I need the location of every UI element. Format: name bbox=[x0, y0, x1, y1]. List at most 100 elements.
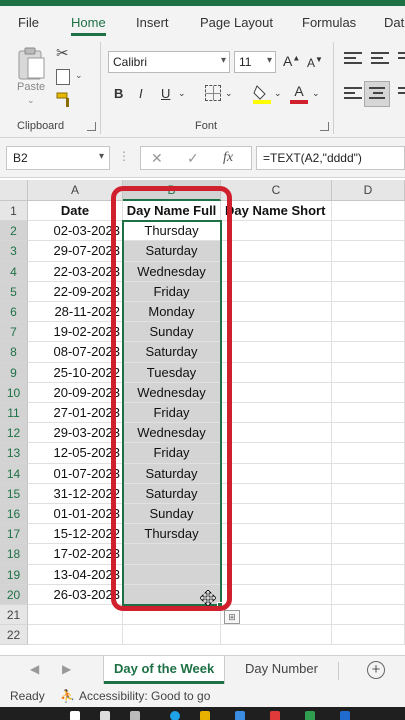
empty-cell[interactable] bbox=[221, 443, 332, 464]
tab-data[interactable]: Dat bbox=[384, 15, 404, 30]
column-header-d[interactable]: D bbox=[332, 180, 405, 201]
underline-button[interactable]: U bbox=[161, 86, 170, 101]
day-name-cell[interactable] bbox=[123, 625, 221, 646]
row-header[interactable]: 17 bbox=[0, 524, 28, 545]
row-header[interactable]: 10 bbox=[0, 382, 28, 403]
date-cell[interactable]: 22-03-2023 bbox=[28, 261, 123, 282]
empty-cell[interactable] bbox=[221, 322, 332, 343]
day-name-cell[interactable] bbox=[123, 564, 221, 585]
row-header[interactable]: 18 bbox=[0, 544, 28, 565]
borders-dropdown-icon[interactable]: ⌄ bbox=[225, 88, 233, 99]
date-cell[interactable]: 01-01-2023 bbox=[28, 504, 123, 525]
tab-insert[interactable]: Insert bbox=[136, 15, 169, 30]
column-header-c[interactable]: C bbox=[221, 180, 332, 201]
excel-icon[interactable] bbox=[305, 711, 315, 720]
date-cell[interactable]: 19-02-2023 bbox=[28, 322, 123, 343]
date-cell[interactable]: 29-07-2023 bbox=[28, 241, 123, 262]
day-name-cell[interactable]: Tuesday bbox=[123, 362, 221, 383]
italic-button[interactable]: I bbox=[139, 86, 143, 101]
row-header[interactable]: 7 bbox=[0, 322, 28, 343]
paste-icon[interactable] bbox=[16, 46, 48, 82]
date-cell[interactable]: 29-03-2023 bbox=[28, 423, 123, 444]
day-name-cell[interactable]: Friday bbox=[123, 403, 221, 424]
row-header[interactable]: 3 bbox=[0, 241, 28, 262]
sheet-tab-day-of-the-week[interactable]: Day of the Week bbox=[104, 656, 225, 684]
clipboard-launcher-icon[interactable] bbox=[87, 122, 96, 131]
align-left-icon[interactable] bbox=[344, 87, 362, 101]
empty-cell[interactable] bbox=[332, 382, 405, 403]
day-name-cell[interactable]: Saturday bbox=[123, 483, 221, 504]
copy-icon[interactable] bbox=[56, 69, 70, 85]
day-name-cell[interactable] bbox=[123, 544, 221, 565]
scroll-left-icon[interactable]: ◀ bbox=[30, 662, 39, 676]
row-header[interactable]: 22 bbox=[0, 625, 28, 646]
date-cell[interactable]: 15-12-2022 bbox=[28, 524, 123, 545]
day-name-cell[interactable]: Friday bbox=[123, 281, 221, 302]
app-icon[interactable] bbox=[235, 711, 245, 720]
empty-cell[interactable] bbox=[221, 241, 332, 262]
insert-function-icon[interactable]: fx bbox=[223, 150, 233, 166]
format-painter-icon[interactable] bbox=[56, 92, 74, 107]
empty-cell[interactable] bbox=[221, 261, 332, 282]
cut-icon[interactable]: ✂ bbox=[56, 44, 69, 62]
font-color-icon[interactable]: A bbox=[290, 83, 308, 105]
empty-cell[interactable] bbox=[332, 322, 405, 343]
empty-cell[interactable] bbox=[332, 241, 405, 262]
borders-icon[interactable] bbox=[205, 85, 221, 101]
select-all-corner[interactable] bbox=[0, 180, 28, 201]
empty-cell[interactable] bbox=[332, 564, 405, 585]
day-name-cell[interactable]: Wednesday bbox=[123, 423, 221, 444]
row-header[interactable]: 19 bbox=[0, 564, 28, 585]
day-name-cell[interactable]: Wednesday bbox=[123, 261, 221, 282]
cell-d1[interactable] bbox=[332, 201, 405, 222]
tab-formulas[interactable]: Formulas bbox=[302, 15, 356, 30]
empty-cell[interactable] bbox=[332, 342, 405, 363]
row-header[interactable]: 21 bbox=[0, 605, 28, 626]
cancel-icon[interactable]: ✕ bbox=[151, 150, 163, 167]
empty-cell[interactable] bbox=[221, 524, 332, 545]
row-header[interactable]: 16 bbox=[0, 504, 28, 525]
search-icon[interactable] bbox=[100, 711, 110, 720]
row-header[interactable]: 11 bbox=[0, 403, 28, 424]
day-name-cell[interactable]: Thursday bbox=[123, 524, 221, 545]
decrease-font-icon[interactable]: A▼ bbox=[307, 55, 323, 70]
underline-dropdown-icon[interactable]: ⌄ bbox=[178, 88, 186, 99]
day-name-cell[interactable]: Monday bbox=[123, 302, 221, 323]
center-align-button[interactable] bbox=[364, 81, 390, 107]
cell-c1[interactable]: Day Name Short bbox=[221, 201, 332, 222]
tab-page-layout[interactable]: Page Layout bbox=[200, 15, 273, 30]
app-icon[interactable] bbox=[270, 711, 280, 720]
empty-cell[interactable] bbox=[332, 302, 405, 323]
date-cell[interactable]: 25-10-2022 bbox=[28, 362, 123, 383]
empty-cell[interactable] bbox=[221, 564, 332, 585]
empty-cell[interactable] bbox=[332, 483, 405, 504]
font-size-select[interactable]: 11 ▾ bbox=[234, 51, 276, 73]
date-cell[interactable]: 01-07-2023 bbox=[28, 463, 123, 484]
column-header-b[interactable]: B bbox=[123, 180, 221, 201]
bottom-align-icon[interactable] bbox=[398, 52, 405, 66]
empty-cell[interactable] bbox=[332, 221, 405, 242]
row-header[interactable]: 4 bbox=[0, 261, 28, 282]
tab-file[interactable]: File bbox=[18, 15, 39, 30]
fill-color-dropdown-icon[interactable]: ⌄ bbox=[274, 88, 282, 99]
font-name-select[interactable]: Calibri ▾ bbox=[108, 51, 230, 73]
empty-cell[interactable] bbox=[221, 423, 332, 444]
row-header[interactable]: 12 bbox=[0, 423, 28, 444]
empty-cell[interactable] bbox=[221, 625, 332, 646]
row-header[interactable]: 9 bbox=[0, 362, 28, 383]
row-header[interactable]: 15 bbox=[0, 483, 28, 504]
empty-cell[interactable] bbox=[221, 504, 332, 525]
empty-cell[interactable] bbox=[332, 524, 405, 545]
empty-cell[interactable] bbox=[332, 443, 405, 464]
name-box[interactable]: B2 ▾ bbox=[6, 146, 110, 170]
day-name-cell[interactable]: Wednesday bbox=[123, 382, 221, 403]
copy-dropdown-icon[interactable]: ⌄ bbox=[75, 70, 83, 81]
bold-button[interactable]: B bbox=[114, 86, 123, 101]
empty-cell[interactable] bbox=[221, 403, 332, 424]
paste-dropdown-icon[interactable]: ⌄ bbox=[27, 95, 35, 106]
task-view-icon[interactable] bbox=[130, 711, 140, 720]
row-header[interactable]: 20 bbox=[0, 584, 28, 605]
empty-cell[interactable] bbox=[221, 463, 332, 484]
edge-icon[interactable] bbox=[170, 711, 180, 720]
date-cell[interactable]: 26-03-2023 bbox=[28, 584, 123, 605]
